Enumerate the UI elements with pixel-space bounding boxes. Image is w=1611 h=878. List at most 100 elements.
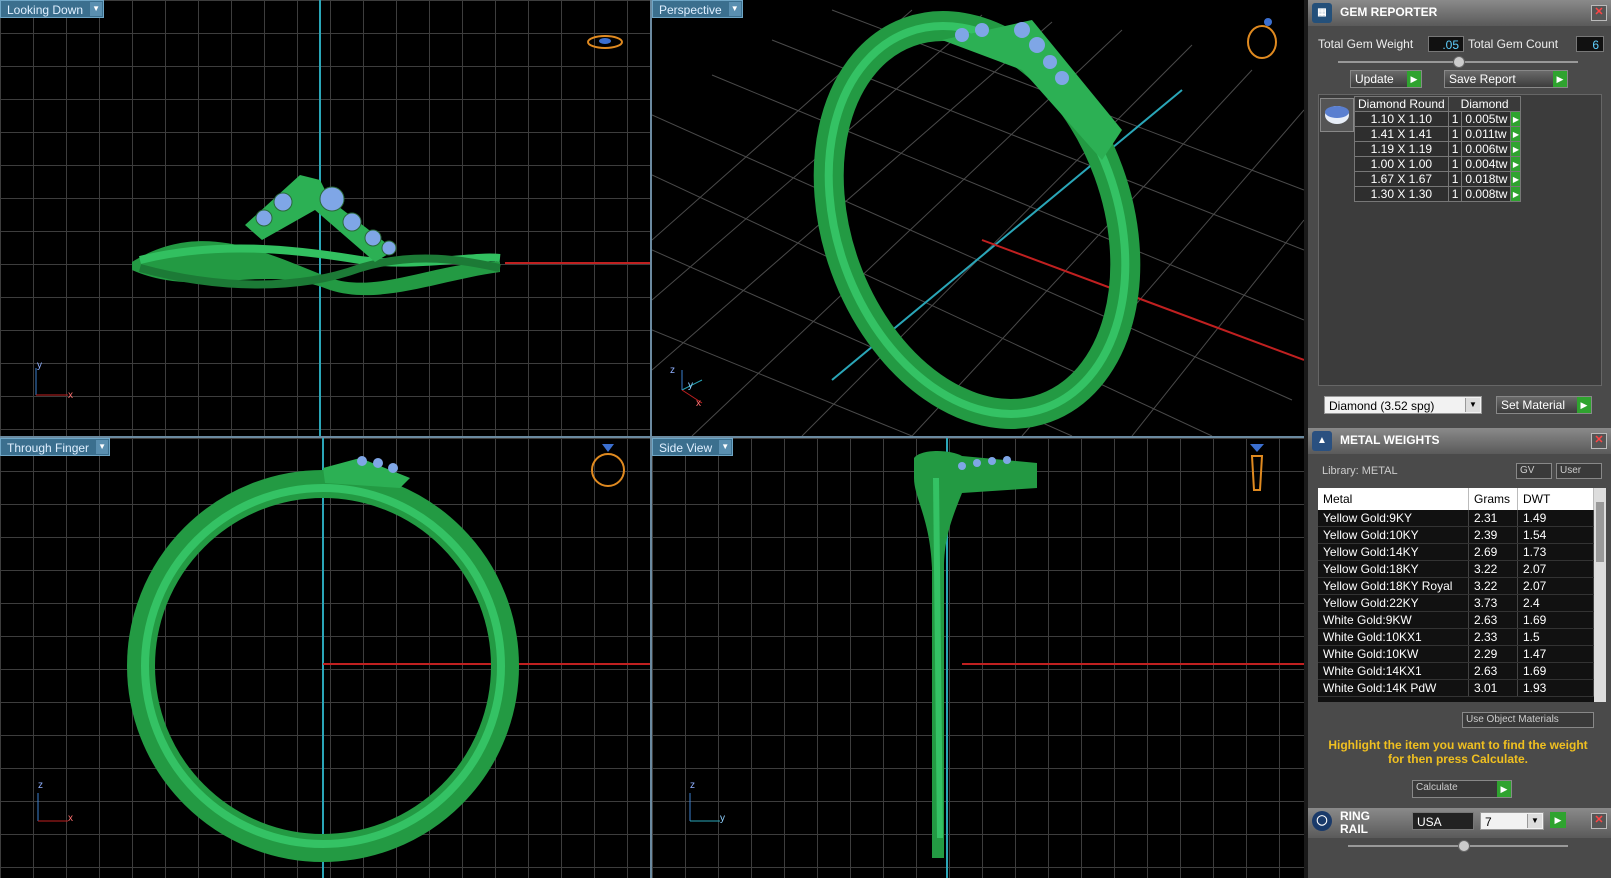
gem-weight: 0.018tw [1461,171,1512,187]
play-icon[interactable]: ▶ [1510,111,1522,127]
metal-row[interactable]: Yellow Gold:18KY 3.22 2.07 [1318,560,1594,578]
close-icon[interactable]: ✕ [1591,5,1607,21]
metal-weights-header[interactable]: ▲ METAL WEIGHTS ✕ [1308,428,1611,454]
metal-name: Yellow Gold:18KY Royal [1318,577,1469,595]
gem-slider[interactable] [1338,56,1578,68]
gem-row[interactable]: 1.19 X 1.19 1 0.006tw ▶ [1354,141,1522,157]
total-gem-count-label: Total Gem Count [1468,37,1559,51]
ring-size-standard-select[interactable]: USA [1412,812,1474,830]
metal-dwt: 1.49 [1517,510,1594,527]
metal-row[interactable]: White Gold:9KW 2.63 1.69 [1318,611,1594,629]
chevron-down-icon[interactable]: ▼ [1527,814,1542,828]
ring-orientation-icon[interactable] [1242,440,1272,500]
axis-y-label: y [688,380,693,391]
chevron-down-icon[interactable]: ▼ [96,440,109,454]
axis-z-label: z [690,780,695,791]
metal-table-scrollbar[interactable] [1594,488,1606,702]
ring-orientation-icon[interactable] [588,440,628,492]
play-icon[interactable]: ▶ [1510,186,1522,202]
metal-row[interactable]: Yellow Gold:10KY 2.39 1.54 [1318,526,1594,544]
slider-knob[interactable] [1458,840,1470,852]
update-button[interactable]: Update ▶ [1350,70,1422,88]
gv-toggle[interactable]: GV [1516,463,1552,479]
ring-size-select[interactable]: 7 ▼ [1480,812,1544,830]
metal-table-container[interactable]: Metal Grams DWT Yellow Gold:9KY 2.31 1.49 Y… [1318,488,1594,702]
metal-row[interactable]: Yellow Gold:22KY 3.73 2.4 [1318,594,1594,612]
metal-grams: 3.22 [1468,577,1518,595]
set-material-button[interactable]: Set Material ▶ [1496,396,1592,414]
viewport-label[interactable]: Side View ▼ [652,438,734,456]
column-header: Diamond [1447,96,1522,112]
chevron-down-icon[interactable]: ▼ [728,2,741,16]
play-icon[interactable]: ▶ [1510,126,1522,142]
gem-row[interactable]: 1.00 X 1.00 1 0.004tw ▶ [1354,156,1522,172]
gem-size: 1.00 X 1.00 [1354,156,1449,172]
calculate-hint: Highlight the item you want to find the … [1328,738,1588,766]
axis-x-label: x [68,390,73,401]
metal-row[interactable]: White Gold:10KW 2.29 1.47 [1318,645,1594,663]
save-report-button[interactable]: Save Report ▶ [1444,70,1568,88]
gem-row[interactable]: 1.41 X 1.41 1 0.011tw ▶ [1354,126,1522,142]
metal-row[interactable]: White Gold:14K PdW 3.01 1.93 [1318,679,1594,697]
total-gem-weight-value: .05 [1428,36,1464,52]
metal-name: White Gold:10KX1 [1318,628,1469,646]
chevron-down-icon[interactable]: ▼ [719,440,732,454]
metal-name: Yellow Gold:10KY [1318,526,1469,544]
use-object-materials-button[interactable]: Use Object Materials [1462,712,1594,728]
ring-orientation-icon[interactable] [1242,14,1282,60]
play-icon[interactable]: ▶ [1510,141,1522,157]
slider-knob[interactable] [1453,56,1465,68]
chevron-down-icon[interactable]: ▼ [90,2,103,16]
metal-dwt: 1.5 [1517,628,1594,646]
play-icon[interactable]: ▶ [1510,171,1522,187]
close-icon[interactable]: ✕ [1591,813,1607,829]
viewport-perspective[interactable]: z y x Perspective ▼ [652,0,1304,436]
viewport-label[interactable]: Through Finger ▼ [0,438,111,456]
viewport-label[interactable]: Looking Down ▼ [0,0,105,18]
total-gem-weight-label: Total Gem Weight [1318,37,1414,51]
gem-row[interactable]: 1.67 X 1.67 1 0.018tw ▶ [1354,171,1522,187]
material-select[interactable]: Diamond (3.52 spg) ▼ [1324,396,1482,414]
axis-z-label: z [670,365,675,376]
viewport-side-view[interactable]: z y Side View ▼ [652,438,1304,878]
ring-rail-title: RING RAIL [1340,809,1370,836]
viewport-divider[interactable] [650,0,652,878]
gem-weight: 0.005tw [1461,111,1512,127]
metal-row[interactable]: Yellow Gold:18KY Royal 3.22 2.07 [1318,577,1594,595]
close-icon[interactable]: ✕ [1591,433,1607,449]
gem-row[interactable]: 1.10 X 1.10 1 0.005tw ▶ [1354,111,1522,127]
metal-row[interactable]: White Gold:14KX1 2.63 1.69 [1318,662,1594,680]
metal-row[interactable]: White Gold:10KX1 2.33 1.5 [1318,628,1594,646]
gem-weight: 0.008tw [1461,186,1512,202]
scrollbar-thumb[interactable] [1596,502,1604,562]
perspective-floor [652,9,1304,436]
gem-reporter-icon: ▦ [1312,3,1332,23]
apply-ring-size-button[interactable]: ▶ [1550,812,1566,828]
metal-name: Yellow Gold:9KY [1318,510,1469,527]
metal-dwt: 1.93 [1517,679,1594,697]
metal-name: Yellow Gold:14KY [1318,543,1469,561]
play-icon[interactable]: ▶ [1510,156,1522,172]
metal-name: White Gold:14K PdW [1318,679,1469,697]
viewport-looking-down[interactable]: y x Looking Down ▼ [0,0,650,436]
axis-z-label: z [38,780,43,791]
viewport-label[interactable]: Perspective ▼ [652,0,743,18]
user-toggle[interactable]: User [1556,463,1602,479]
library-label: Library: METAL [1322,465,1398,477]
gem-weight: 0.004tw [1461,156,1512,172]
gem-row[interactable]: 1.30 X 1.30 1 0.008tw ▶ [1354,186,1522,202]
gem-reporter-header[interactable]: ▦ GEM REPORTER ✕ [1308,0,1611,26]
metal-row[interactable]: Yellow Gold:9KY 2.31 1.49 [1318,510,1594,527]
ring-side-view [914,438,1304,878]
chevron-down-icon[interactable]: ▼ [1465,398,1480,412]
viewport-through-finger[interactable]: z x Through Finger ▼ [0,438,650,878]
metal-name: White Gold:14KX1 [1318,662,1469,680]
total-gem-count-value: 6 [1576,36,1604,52]
ring-rail-slider[interactable] [1348,840,1568,852]
viewport-divider[interactable] [0,436,1304,438]
calculate-button[interactable]: Calculate ▶ [1412,780,1512,798]
gem-size: 1.10 X 1.10 [1354,111,1449,127]
metal-row[interactable]: Yellow Gold:14KY 2.69 1.73 [1318,543,1594,561]
ring-orientation-icon[interactable] [585,30,625,54]
gem-qty: 1 [1447,171,1463,187]
